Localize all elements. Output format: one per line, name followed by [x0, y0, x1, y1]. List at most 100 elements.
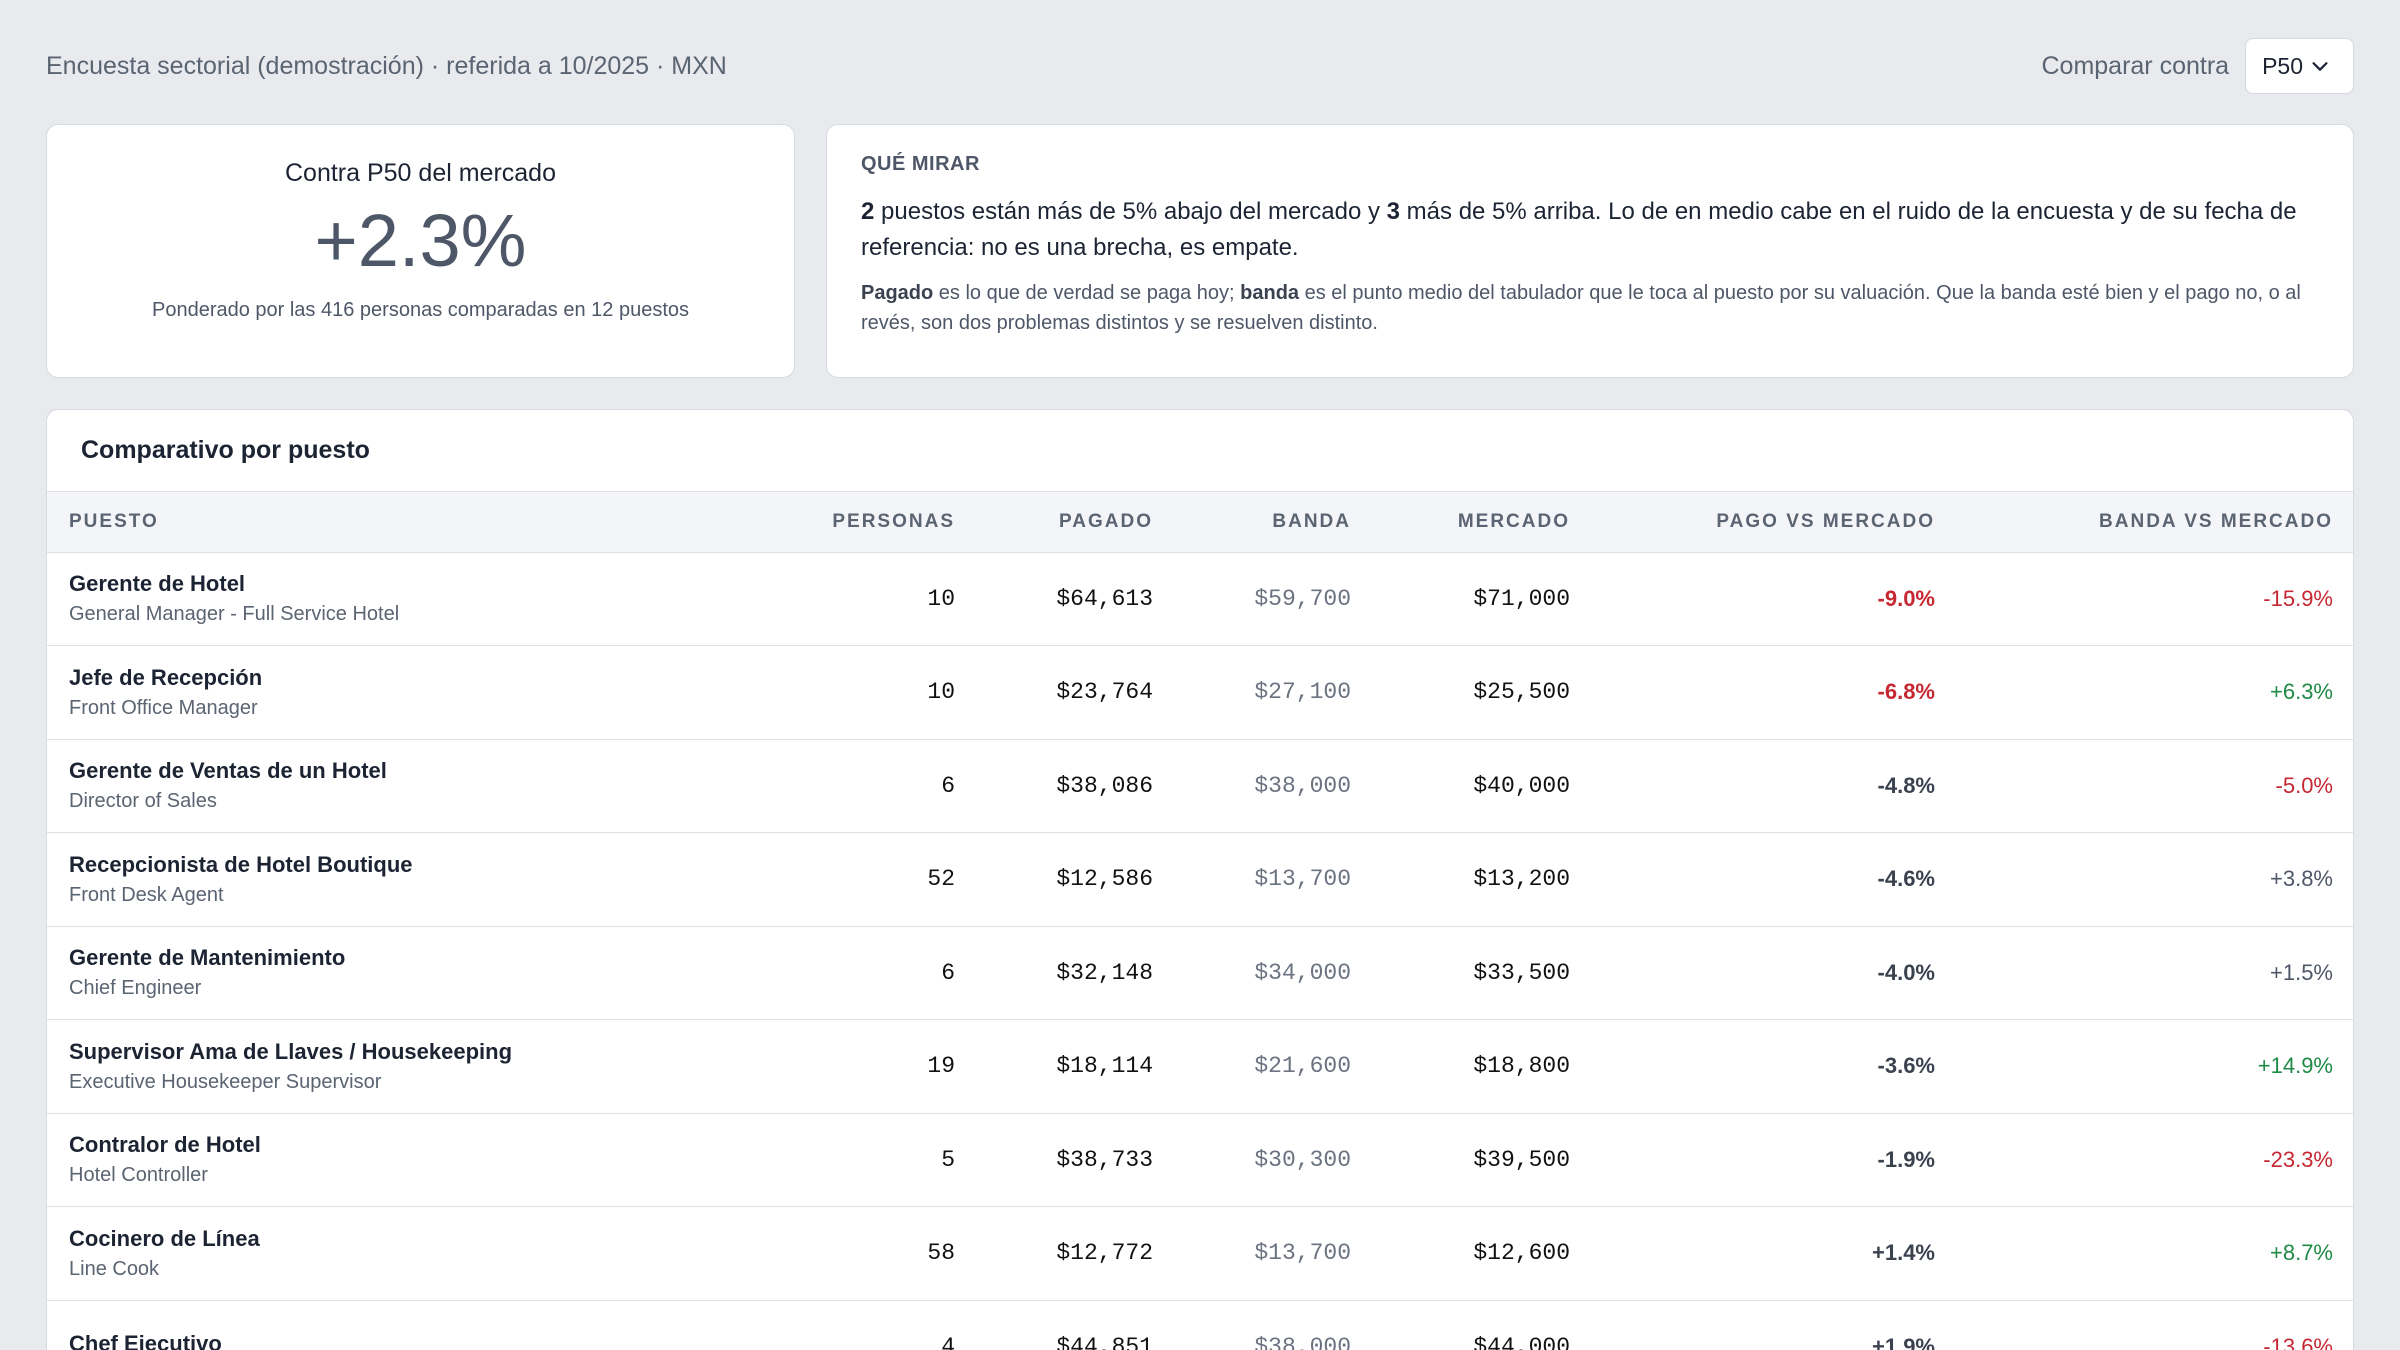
cell-mercado: $25,500	[1351, 645, 1570, 740]
table-row[interactable]: Gerente de Ventas de un Hotel Director of…	[47, 739, 2353, 833]
cell-mercado: $40,000	[1351, 739, 1570, 833]
table-row[interactable]: Gerente de Hotel General Manager - Full S…	[47, 552, 2353, 646]
insight-card: QUÉ MIRAR 2 puestos están más de 5% abaj…	[826, 124, 2354, 378]
cell-puesto: Cocinero de Línea Line Cook	[47, 1206, 757, 1301]
comparison-table: PUESTO PERSONAS PAGADO BANDA MERCADO PAG…	[47, 492, 2353, 1350]
col-header-puesto[interactable]: PUESTO	[47, 492, 757, 553]
table-row[interactable]: Recepcionista de Hotel Boutique Front Des…	[47, 832, 2353, 927]
table-row[interactable]: Contralor de Hotel Hotel Controller 5 $38,7…	[47, 1113, 2353, 1207]
cell-mercado: $39,500	[1351, 1113, 1570, 1207]
cell-pago-vs-mercado: -1.9%	[1570, 1113, 1935, 1207]
cell-pago-vs-mercado: -4.8%	[1570, 739, 1935, 833]
cell-banda: $38,000	[1153, 739, 1351, 833]
percentile-select[interactable]: P50	[2245, 38, 2354, 94]
job-title-en: Line Cook	[69, 1257, 160, 1280]
cell-pago-vs-mercado: -6.8%	[1570, 645, 1935, 740]
cell-pago-vs-mercado: +1.9%	[1570, 1300, 1935, 1350]
survey-source-label: Encuesta sectorial (demostración) · refe…	[46, 51, 727, 80]
col-header-pago-vs-mercado[interactable]: PAGO VS MERCADO	[1570, 492, 1935, 553]
cell-banda-vs-mercado: +8.7%	[1935, 1206, 2353, 1301]
cell-banda-vs-mercado: -15.9%	[1935, 552, 2353, 646]
cell-puesto: Gerente de Hotel General Manager - Full S…	[47, 552, 757, 646]
cell-pagado: $23,764	[955, 645, 1153, 740]
cell-pagado: $64,613	[955, 552, 1153, 646]
cell-pago-vs-mercado: -4.6%	[1570, 832, 1935, 927]
below-market-count: 2	[861, 198, 875, 225]
cell-banda-vs-mercado: -13.6%	[1935, 1300, 2353, 1350]
cell-banda: $59,700	[1153, 552, 1351, 646]
cell-puesto: Chef Ejecutivo	[47, 1300, 757, 1350]
cell-personas: 19	[757, 1019, 955, 1114]
kpi-note: Ponderado por las 416 personas comparada…	[151, 299, 690, 321]
cell-banda-vs-mercado: +3.8%	[1935, 832, 2353, 927]
cell-mercado: $71,000	[1351, 552, 1570, 646]
cell-personas: 52	[757, 832, 955, 927]
compare-label: Comparar contra	[2041, 51, 2230, 80]
cell-banda-vs-mercado: +1.5%	[1935, 926, 2353, 1020]
job-title-en: Executive Housekeeper Supervisor	[69, 1070, 382, 1093]
cell-pagado: $44,851	[955, 1300, 1153, 1350]
cell-pagado: $12,772	[955, 1206, 1153, 1301]
cell-personas: 6	[757, 739, 955, 833]
cell-mercado: $33,500	[1351, 926, 1570, 1020]
insight-main-part1: puestos están más de 5% abajo del mercad…	[874, 198, 1387, 225]
cell-pago-vs-mercado: -4.0%	[1570, 926, 1935, 1020]
job-title: Gerente de Ventas de un Hotel	[69, 758, 387, 784]
cell-puesto: Jefe de Recepción Front Office Manager	[47, 645, 757, 740]
percentile-select-value: P50	[2262, 52, 2303, 79]
col-header-mercado[interactable]: MERCADO	[1351, 492, 1570, 553]
job-title: Supervisor Ama de Llaves / Housekeeping	[69, 1038, 513, 1064]
cell-personas: 5	[757, 1113, 955, 1207]
cell-pago-vs-mercado: -3.6%	[1570, 1019, 1935, 1114]
table-row[interactable]: Cocinero de Línea Line Cook 58 $12,772 $13,7…	[47, 1206, 2353, 1301]
above-market-count: 3	[1386, 198, 1401, 225]
job-title: Chef Ejecutivo	[69, 1330, 222, 1350]
table-row[interactable]: Gerente de Mantenimiento Chief Engineer 6 $…	[47, 926, 2353, 1020]
insight-sub-text: Pagado es lo que de verdad se paga hoy; …	[861, 278, 2319, 338]
top-bar: Encuesta sectorial (demostración) · refe…	[46, 38, 2354, 94]
cell-personas: 10	[757, 552, 955, 646]
banda-term: banda	[1240, 282, 1300, 304]
job-title-en: Chief Engineer	[69, 977, 202, 1000]
job-title-en: Director of Sales	[69, 790, 217, 813]
job-title: Gerente de Hotel	[69, 571, 246, 597]
kpi-title: Contra P50 del mercado	[285, 159, 556, 187]
cell-puesto: Contralor de Hotel Hotel Controller	[47, 1113, 757, 1207]
cell-pago-vs-mercado: -9.0%	[1570, 552, 1935, 646]
job-title: Contralor de Hotel	[69, 1132, 261, 1158]
cell-mercado: $12,600	[1351, 1206, 1570, 1301]
kpi-card: Contra P50 del mercado +2.3% Ponderado p…	[46, 124, 795, 378]
job-title-en: Hotel Controller	[69, 1164, 208, 1187]
cell-mercado: $18,800	[1351, 1019, 1570, 1114]
job-title: Cocinero de Línea	[69, 1225, 260, 1251]
table-title: Comparativo por puesto	[47, 410, 2353, 492]
col-header-banda-vs-mercado[interactable]: BANDA VS MERCADO	[1935, 492, 2353, 553]
cell-banda: $30,300	[1153, 1113, 1351, 1207]
table-row[interactable]: Chef Ejecutivo 4 $44,851 $38,000 $44,000 +1.9…	[47, 1300, 2353, 1350]
insight-main-text: 2 puestos están más de 5% abajo del merc…	[861, 194, 2319, 266]
job-title-en: Front Office Manager	[69, 696, 258, 719]
cell-banda-vs-mercado: +14.9%	[1935, 1019, 2353, 1114]
col-header-personas[interactable]: PERSONAS	[757, 492, 955, 553]
table-row[interactable]: Supervisor Ama de Llaves / Housekeeping E…	[47, 1019, 2353, 1114]
cell-personas: 6	[757, 926, 955, 1020]
col-header-banda[interactable]: BANDA	[1153, 492, 1351, 553]
cell-personas: 10	[757, 645, 955, 740]
cell-banda: $34,000	[1153, 926, 1351, 1020]
cell-banda-vs-mercado: +6.3%	[1935, 645, 2353, 740]
cell-pagado: $18,114	[955, 1019, 1153, 1114]
pagado-term: Pagado	[861, 282, 934, 304]
cell-puesto: Gerente de Ventas de un Hotel Director of…	[47, 739, 757, 833]
cell-banda: $27,100	[1153, 645, 1351, 740]
chevron-down-icon	[2312, 62, 2328, 71]
cell-banda: $13,700	[1153, 832, 1351, 927]
insight-eyebrow: QUÉ MIRAR	[861, 153, 980, 175]
cell-mercado: $13,200	[1351, 832, 1570, 927]
table-row[interactable]: Jefe de Recepción Front Office Manager 10 $…	[47, 645, 2353, 740]
col-header-pagado[interactable]: PAGADO	[955, 492, 1153, 553]
job-title-en: Front Desk Agent	[69, 883, 224, 906]
cell-banda: $38,000	[1153, 1300, 1351, 1350]
cell-personas: 58	[757, 1206, 955, 1301]
cell-pagado: $38,733	[955, 1113, 1153, 1207]
cell-puesto: Supervisor Ama de Llaves / Housekeeping E…	[47, 1019, 757, 1114]
